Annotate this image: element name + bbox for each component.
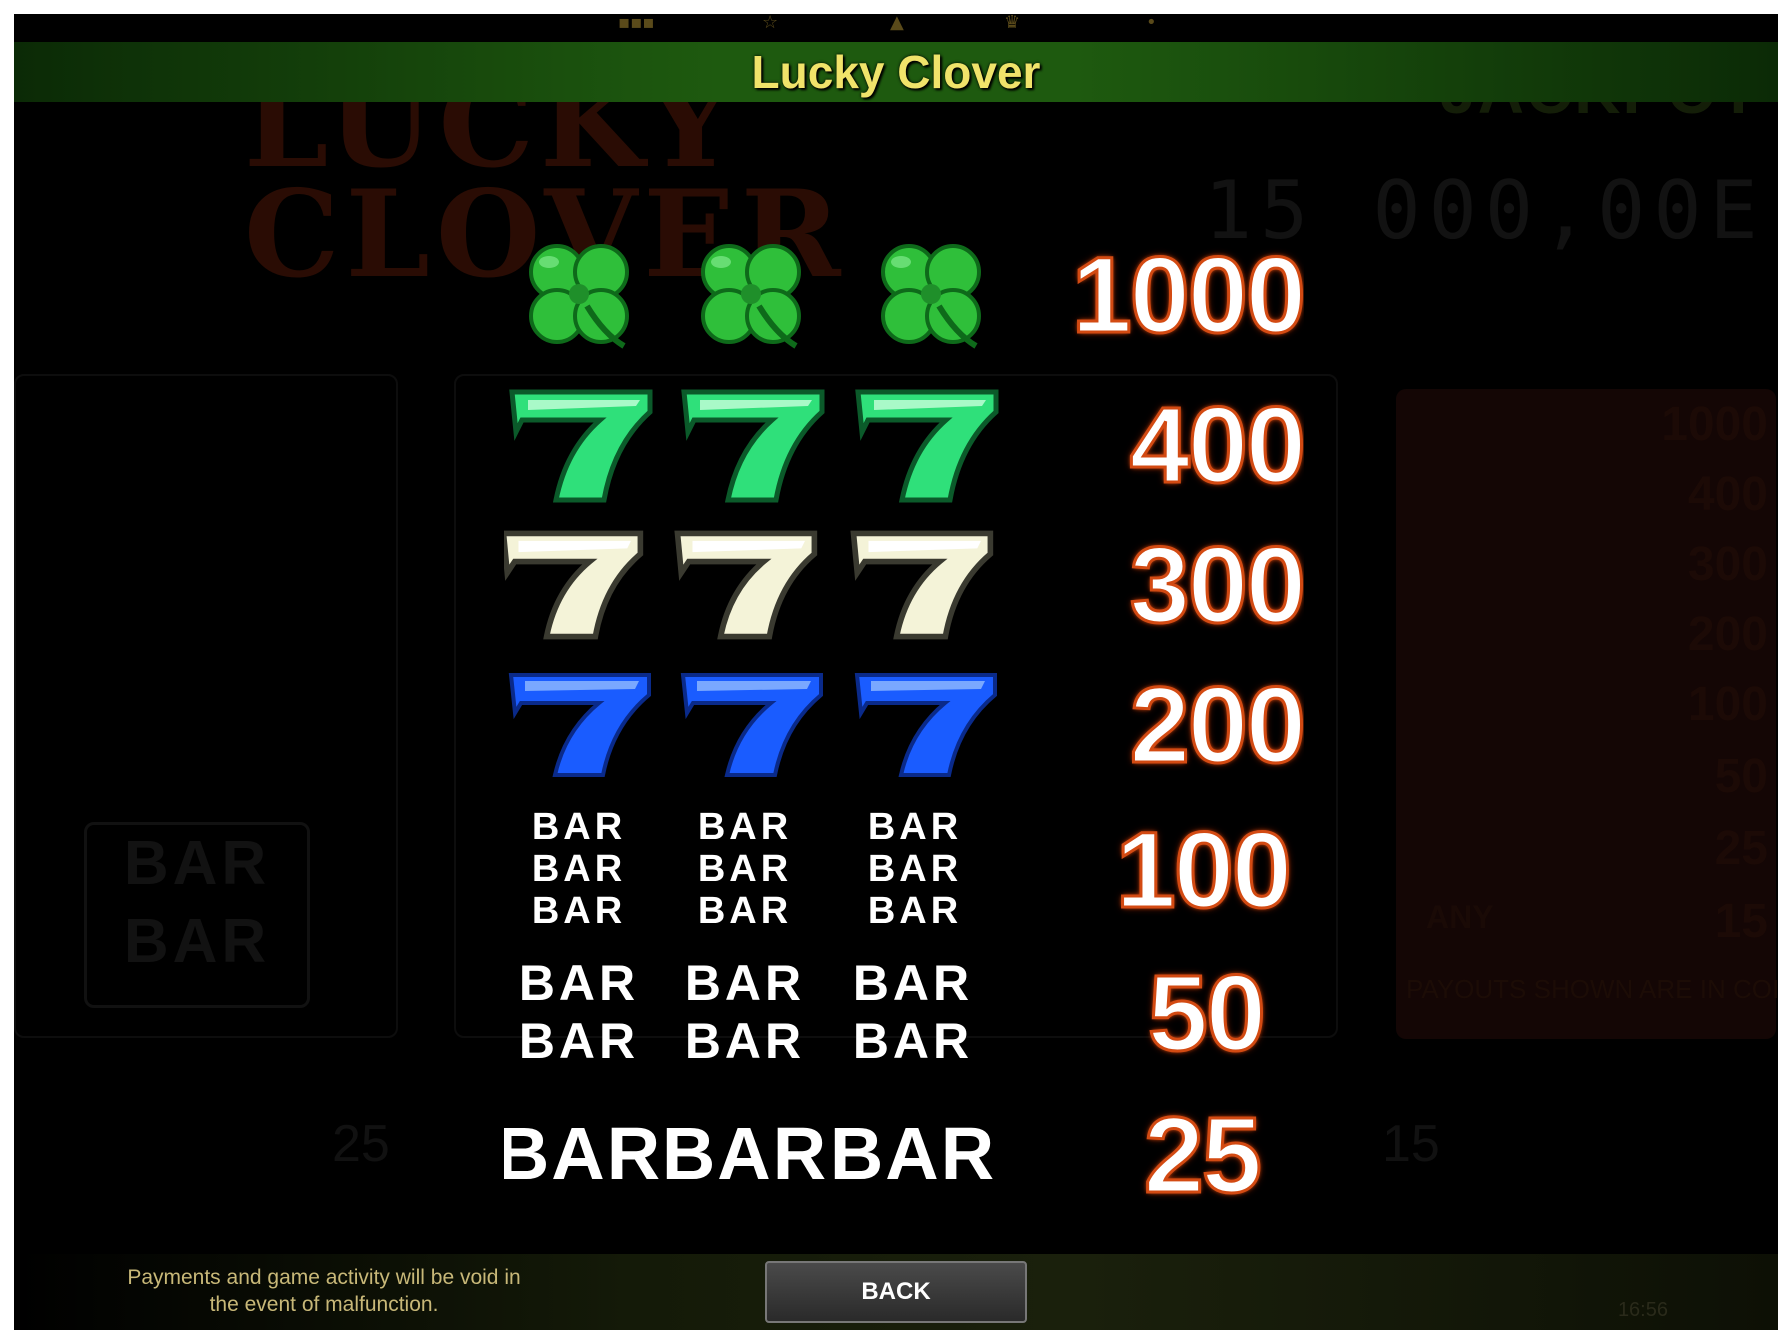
payout-value: 25 xyxy=(1142,1092,1263,1216)
bg-pay-400: 400 xyxy=(1687,468,1768,521)
clock: 16:56 xyxy=(1617,1299,1668,1321)
bg-number-25: 25 xyxy=(332,1115,390,1173)
green-seven-symbol xyxy=(676,374,826,514)
bg-bar-symbol: BAR BAR xyxy=(84,822,310,1008)
single-bar-symbol: BAR xyxy=(830,1084,994,1224)
top-toolbar: ▪▪▪ ☆ ▲ ♛ • xyxy=(14,14,1778,36)
bg-pay-200: 200 xyxy=(1687,608,1768,661)
paytable-row: BAR BAR BAR BAR BAR BAR BAR BAR BAR 100 xyxy=(504,799,1304,939)
bar-text: BAR xyxy=(518,955,640,1011)
double-bar-symbol: BAR BAR xyxy=(504,942,654,1082)
bg-pay-50: 50 xyxy=(1714,750,1768,803)
bar-text: BAR xyxy=(684,1013,806,1069)
bar-text: BAR xyxy=(518,1013,640,1069)
paytable-row: BAR BAR BAR BAR BAR BAR 50 xyxy=(504,942,1304,1082)
white-seven-symbol xyxy=(670,514,820,654)
bar-text: BAR xyxy=(531,806,627,848)
bg-pay-300: 300 xyxy=(1687,538,1768,591)
paytable: 1000 400 300 200 BAR BAR BAR BAR BAR BAR… xyxy=(504,224,1304,1262)
bg-payout-note: PAYOUTS SHOWN ARE IN COIN xyxy=(1406,974,1778,1004)
white-seven-symbol xyxy=(846,514,996,654)
game-screen: LUCKY CLOVER JACKPOT 15 000,00E BAR BAR … xyxy=(14,14,1778,1330)
bar-text: BAR xyxy=(661,1112,829,1195)
dot-icon[interactable]: • xyxy=(1146,14,1157,32)
blue-seven-icon xyxy=(854,673,997,777)
payout-value: 400 xyxy=(1128,382,1304,506)
green-seven-icon xyxy=(681,389,825,503)
star-icon[interactable]: ☆ xyxy=(762,14,778,32)
blue-seven-symbol xyxy=(504,654,654,794)
bar-text: BAR xyxy=(867,806,963,848)
payout-value: 1000 xyxy=(1070,232,1304,356)
double-bar-symbol: BAR BAR xyxy=(670,942,820,1082)
blue-seven-symbol xyxy=(676,654,826,794)
bg-pay-15: 15 xyxy=(1714,895,1768,948)
bar-text: BAR xyxy=(852,955,974,1011)
bar-text: BAR xyxy=(531,848,627,890)
bar-text: BAR xyxy=(829,1112,997,1195)
payout-value: 50 xyxy=(1146,950,1267,1074)
green-seven-symbol xyxy=(850,374,1000,514)
bg-paytable-panel: 1000 400 300 200 100 50 25 15 ANY PAYOUT… xyxy=(1396,389,1778,1039)
green-seven-symbol xyxy=(504,374,654,514)
paytable-row: BAR BAR BAR 25 xyxy=(504,1084,1304,1224)
crown-icon[interactable]: ♛ xyxy=(1004,14,1020,32)
bar-text: BAR xyxy=(867,848,963,890)
single-bar-symbol: BAR xyxy=(662,1084,826,1224)
bg-reel-panel-left xyxy=(14,374,398,1038)
bg-bar-text: BAR BAR xyxy=(123,829,271,976)
triple-bar-symbol: BAR BAR BAR xyxy=(670,799,820,939)
white-seven-icon xyxy=(674,530,818,640)
clover-icon xyxy=(881,244,981,349)
white-seven-icon xyxy=(504,530,644,640)
white-seven-icon xyxy=(850,530,994,640)
white-seven-symbol xyxy=(504,514,646,654)
bar-text: BAR xyxy=(697,848,793,890)
paytable-row: 400 xyxy=(504,374,1304,514)
paytable-row: 300 xyxy=(504,514,1304,654)
triple-bar-symbol: BAR BAR BAR xyxy=(504,799,654,939)
bar-text: BAR xyxy=(531,890,627,932)
clover-icon xyxy=(701,244,801,349)
blue-seven-symbol xyxy=(850,654,1000,794)
single-bar-symbol: BAR xyxy=(504,1084,660,1224)
blue-seven-icon xyxy=(508,673,651,777)
bg-pay-25: 25 xyxy=(1714,822,1768,875)
bar-text: BAR xyxy=(852,1013,974,1069)
green-seven-icon xyxy=(855,389,999,503)
payout-value: 200 xyxy=(1128,662,1304,786)
triple-bar-symbol: BAR BAR BAR xyxy=(840,799,990,939)
bar-text: BAR xyxy=(504,1112,663,1195)
page-title: Lucky Clover xyxy=(751,46,1041,98)
clover-icon xyxy=(529,244,629,349)
payout-value: 300 xyxy=(1128,522,1304,646)
paytable-icon[interactable]: ▪▪▪ xyxy=(618,14,655,32)
clover-symbol xyxy=(504,224,654,364)
bar-text: BAR xyxy=(867,890,963,932)
bar-text: BAR xyxy=(697,806,793,848)
payout-value: 100 xyxy=(1114,807,1293,931)
clover-symbol xyxy=(676,224,826,364)
clover-symbol xyxy=(856,224,1006,364)
back-button[interactable]: BACK xyxy=(765,1261,1027,1323)
green-seven-icon xyxy=(509,389,653,503)
paytable-row: 1000 xyxy=(504,224,1304,364)
bg-any-label: ANY xyxy=(1426,899,1494,935)
bar-text: BAR xyxy=(697,890,793,932)
title-bar: Lucky Clover xyxy=(14,42,1778,102)
malfunction-disclaimer: Payments and game activity will be void … xyxy=(127,1266,521,1316)
blue-seven-icon xyxy=(680,673,823,777)
paytable-row: 200 xyxy=(504,654,1304,794)
bg-pay-1000: 1000 xyxy=(1661,398,1768,451)
double-bar-symbol: BAR BAR xyxy=(838,942,988,1082)
bg-pay-100: 100 xyxy=(1687,678,1768,731)
info-icon[interactable]: ▲ xyxy=(890,14,904,32)
bar-text: BAR xyxy=(684,955,806,1011)
bg-number-15: 15 xyxy=(1382,1115,1440,1173)
